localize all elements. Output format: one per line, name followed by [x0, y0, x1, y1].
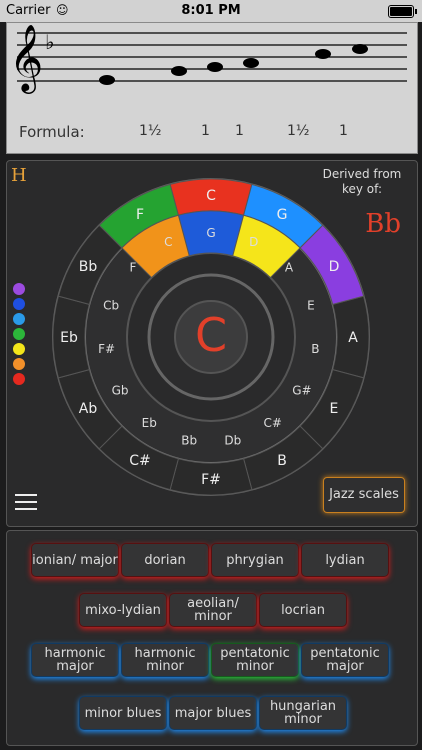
inner-note-label: E	[307, 299, 315, 313]
outer-note-label: Ab	[79, 401, 98, 417]
outer-note-label: C#	[129, 453, 151, 469]
circle-panel: H Derived from key of: Bb C G D A E B F# C# Ab Eb…	[6, 160, 418, 527]
inner-note-label: Gb	[112, 384, 129, 398]
menu-icon[interactable]	[15, 494, 37, 515]
inner-note-label: Cb	[103, 299, 119, 313]
formula-step: 1½	[139, 123, 162, 139]
inner-note-label: B	[311, 342, 319, 356]
outer-note-label: B	[277, 453, 287, 469]
formula-step: 1	[201, 123, 210, 139]
formula-step: 1½	[287, 123, 310, 139]
hungarian-minor-button[interactable]: hungarian minor	[259, 696, 347, 730]
pentatonic-minor-button[interactable]: pentatonic minor	[211, 643, 299, 677]
dorian-button[interactable]: dorian	[121, 543, 209, 577]
inner-note-label: Bb	[181, 434, 197, 448]
outer-note-label: F	[136, 207, 144, 223]
scale-panel: ionian/ major dorian phrygian lydian mix…	[6, 530, 418, 746]
outer-note-label: F#	[201, 472, 221, 488]
clock: 8:01 PM	[181, 3, 241, 18]
major-blues-button[interactable]: major blues	[169, 696, 257, 730]
formula-label: Formula:	[19, 123, 85, 141]
phrygian-button[interactable]: phrygian	[211, 543, 299, 577]
outer-note-label: A	[348, 330, 358, 346]
inner-note-label: G	[206, 226, 215, 240]
staff-panel: 𝄞 ♭ Formula: 1½ 1 1 1½ 1	[6, 22, 418, 154]
staff-notation: 𝄞 ♭	[9, 23, 407, 94]
outer-note-label: Bb	[79, 259, 98, 275]
mixolydian-button[interactable]: mixo-lydian	[79, 593, 167, 627]
outer-note-label: Eb	[60, 330, 78, 346]
inner-note-label: G#	[292, 384, 311, 398]
pentatonic-major-button[interactable]: pentatonic major	[301, 643, 389, 677]
aeolian-button[interactable]: aeolian/ minor	[169, 593, 257, 627]
outer-note-label: C	[206, 188, 216, 204]
status-bar: Carrier ☺ 8:01 PM	[0, 0, 422, 22]
minor-blues-button[interactable]: minor blues	[79, 696, 167, 730]
treble-clef-icon: 𝄞	[9, 23, 43, 94]
outer-note-label: D	[329, 259, 340, 275]
inner-note-label: F	[130, 261, 137, 275]
inner-note-label: C#	[263, 416, 281, 430]
inner-note-label: F#	[98, 342, 115, 356]
harmonic-major-button[interactable]: harmonic major	[31, 643, 119, 677]
harmonic-minor-button[interactable]: harmonic minor	[121, 643, 209, 677]
locrian-button[interactable]: locrian	[259, 593, 347, 627]
lydian-button[interactable]: lydian	[301, 543, 389, 577]
inner-note-label: D	[249, 235, 258, 249]
center-note: C	[195, 308, 227, 362]
formula-step: 1	[339, 123, 348, 139]
circle-of-fifths[interactable]: C G D A E B F# C# Ab Eb Bb F A E B G# C# Db Bb Eb Gb F# Cb F C G…	[7, 161, 417, 526]
formula-step: 1	[235, 123, 244, 139]
flat-sign-icon: ♭	[45, 30, 54, 54]
inner-note-label: A	[285, 261, 294, 275]
jazz-scales-button[interactable]: Jazz scales	[323, 477, 405, 513]
outer-note-label: G	[277, 207, 288, 223]
inner-note-label: Db	[224, 434, 241, 448]
inner-note-label: Eb	[142, 416, 157, 430]
outer-note-label: E	[330, 401, 339, 417]
inner-note-label: C	[164, 235, 172, 249]
battery-icon	[388, 5, 417, 18]
ionian-button[interactable]: ionian/ major	[31, 543, 119, 577]
